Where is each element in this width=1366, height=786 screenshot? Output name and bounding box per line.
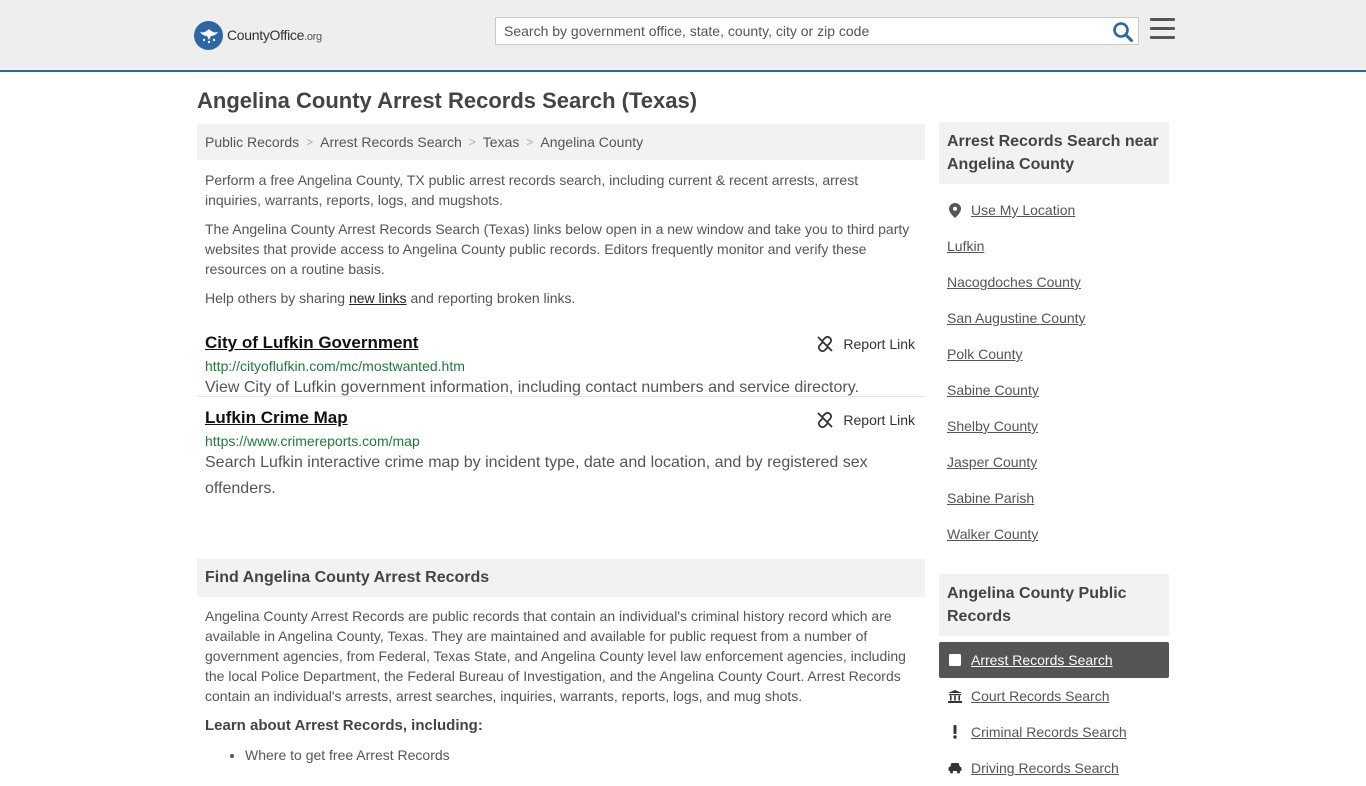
hamburger-menu-icon[interactable] [1150, 18, 1175, 42]
sidebar-item-shelby-county[interactable]: Shelby County [939, 408, 1169, 444]
intro-paragraph-1: Perform a free Angelina County, TX publi… [205, 172, 859, 208]
car-icon [947, 762, 963, 774]
sidebar-item-lufkin[interactable]: Lufkin [939, 228, 1169, 264]
nearby-heading: Arrest Records Search near Angelina Coun… [939, 122, 1169, 184]
chevron-right-icon: > [526, 135, 534, 149]
link-url: http://cityoflufkin.com/mc/mostwanted.ht… [205, 358, 465, 374]
find-records-heading: Find Angelina County Arrest Records [197, 559, 925, 597]
logo-text: CountyOffice.org [227, 27, 322, 43]
square-icon [947, 654, 963, 666]
link-title[interactable]: City of Lufkin Government [205, 333, 418, 353]
public-records-list: Arrest Records Search Court Records Sear… [939, 642, 1169, 786]
use-my-location-item[interactable]: Use My Location [939, 192, 1169, 228]
breadcrumb-arrest-records-search[interactable]: Arrest Records Search [320, 134, 462, 150]
sidebar-item-jasper-county[interactable]: Jasper County [939, 444, 1169, 480]
sidebar-item-polk-county[interactable]: Polk County [939, 336, 1169, 372]
list-item: City of Lufkin Government Report Link ht… [197, 330, 925, 397]
chevron-right-icon: > [306, 135, 314, 149]
search-input[interactable] [496, 18, 1122, 44]
find-records-body: Angelina County Arrest Records are publi… [205, 606, 917, 765]
nearby-list: Use My Location Lufkin Nacogdoches Count… [939, 192, 1169, 552]
page-title: Angelina County Arrest Records Search (T… [197, 88, 698, 113]
list-item: Lufkin Crime Map Report Link https://www… [197, 406, 925, 502]
broken-link-icon [818, 412, 833, 428]
sidebar-item-san-augustine-county[interactable]: San Augustine County [939, 300, 1169, 336]
breadcrumb-texas[interactable]: Texas [483, 134, 520, 150]
search-bar [495, 17, 1139, 45]
breadcrumb-public-records[interactable]: Public Records [205, 134, 299, 150]
main-content: Public Records > Arrest Records Search >… [197, 124, 925, 502]
learn-list: Where to get free Arrest Records [205, 745, 917, 765]
link-description: View City of Lufkin government informati… [205, 379, 859, 396]
intro-text: Perform a free Angelina County, TX publi… [197, 170, 925, 308]
site-header: CountyOffice.org [0, 0, 1366, 72]
report-link-button[interactable]: Report Link [817, 336, 915, 352]
report-link-button[interactable]: Report Link [817, 412, 915, 428]
eagle-logo-icon [194, 20, 223, 50]
breadcrumb: Public Records > Arrest Records Search >… [197, 124, 925, 160]
exclamation-icon [947, 725, 963, 739]
learn-heading: Learn about Arrest Records, including: [205, 717, 483, 734]
link-title[interactable]: Lufkin Crime Map [205, 408, 348, 428]
list-item: Where to get free Arrest Records [245, 745, 917, 765]
sidebar: Arrest Records Search near Angelina Coun… [939, 122, 1169, 786]
new-links-link[interactable]: new links [349, 290, 407, 306]
chevron-right-icon: > [468, 135, 476, 149]
site-logo[interactable]: CountyOffice.org [194, 20, 322, 50]
public-records-heading: Angelina County Public Records [939, 574, 1169, 636]
breadcrumb-angelina-county[interactable]: Angelina County [540, 134, 643, 150]
intro-paragraph-2: The Angelina County Arrest Records Searc… [205, 221, 910, 277]
sidebar-item-nacogdoches-county[interactable]: Nacogdoches County [939, 264, 1169, 300]
sidebar-item-driving-records[interactable]: Driving Records Search [939, 750, 1169, 786]
sidebar-item-walker-county[interactable]: Walker County [939, 516, 1169, 552]
courthouse-icon [947, 689, 963, 703]
sidebar-item-sabine-county[interactable]: Sabine County [939, 372, 1169, 408]
link-url: https://www.crimereports.com/map [205, 433, 420, 449]
intro-paragraph-3: Help others by sharing new links and rep… [205, 290, 576, 306]
map-marker-icon [947, 202, 963, 218]
sidebar-item-arrest-records[interactable]: Arrest Records Search [939, 642, 1169, 678]
sidebar-item-sabine-parish[interactable]: Sabine Parish [939, 480, 1169, 516]
link-description: Search Lufkin interactive crime map by i… [205, 454, 868, 497]
search-icon[interactable] [1112, 21, 1134, 43]
find-records-paragraph: Angelina County Arrest Records are publi… [205, 608, 906, 704]
use-my-location-link[interactable]: Use My Location [971, 202, 1075, 218]
sidebar-item-criminal-records[interactable]: Criminal Records Search [939, 714, 1169, 750]
sidebar-item-court-records[interactable]: Court Records Search [939, 678, 1169, 714]
broken-link-icon [818, 336, 833, 352]
